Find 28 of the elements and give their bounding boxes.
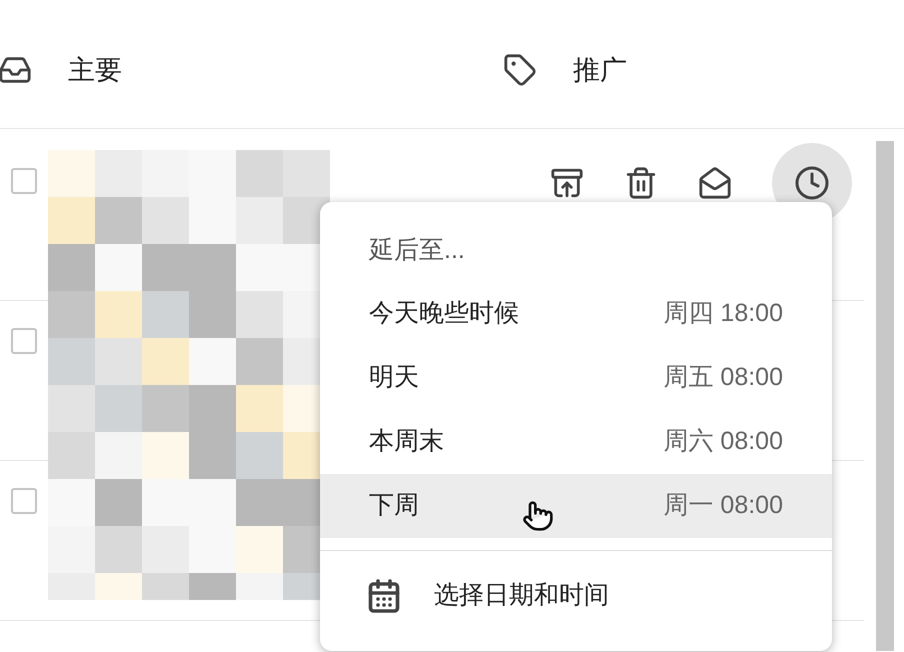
option-label: 选择日期和时间 bbox=[434, 580, 609, 612]
category-tab[interactable]: 推广 bbox=[503, 50, 627, 90]
checkbox[interactable] bbox=[11, 168, 37, 194]
menu-item[interactable]: 今天晚些时候 周四 18:00 bbox=[320, 282, 832, 346]
mark-read-icon[interactable] bbox=[698, 166, 732, 200]
menu-item[interactable]: 本周末 周六 08:00 bbox=[320, 410, 832, 474]
option-label: 下周 bbox=[369, 490, 419, 522]
hand-cursor-icon bbox=[522, 500, 554, 532]
scrollbar[interactable] bbox=[876, 141, 894, 651]
option-time: 周五 08:00 bbox=[663, 362, 783, 394]
category-tab[interactable]: 主要 bbox=[0, 50, 503, 90]
checkbox[interactable] bbox=[11, 488, 37, 514]
tag-icon bbox=[503, 53, 537, 87]
option-label: 今天晚些时候 bbox=[369, 298, 519, 330]
delete-icon[interactable] bbox=[624, 166, 658, 200]
option-label: 本周末 bbox=[369, 426, 444, 458]
calendar-icon bbox=[366, 578, 402, 614]
menu-item[interactable]: 下周 周一 08:00 bbox=[320, 474, 832, 538]
menu-item[interactable]: 明天 周五 08:00 bbox=[320, 346, 832, 410]
checkbox[interactable] bbox=[11, 328, 37, 354]
option-time: 周四 18:00 bbox=[663, 298, 783, 330]
archive-icon[interactable] bbox=[550, 166, 584, 200]
option-label: 明天 bbox=[369, 362, 419, 394]
option-time: 周六 08:00 bbox=[663, 426, 783, 458]
menu-item[interactable]: 选择日期和时间 bbox=[320, 551, 832, 633]
menu-title: 延后至... bbox=[368, 235, 466, 266]
clock-icon bbox=[794, 165, 830, 201]
option-time: 周一 08:00 bbox=[663, 490, 783, 522]
